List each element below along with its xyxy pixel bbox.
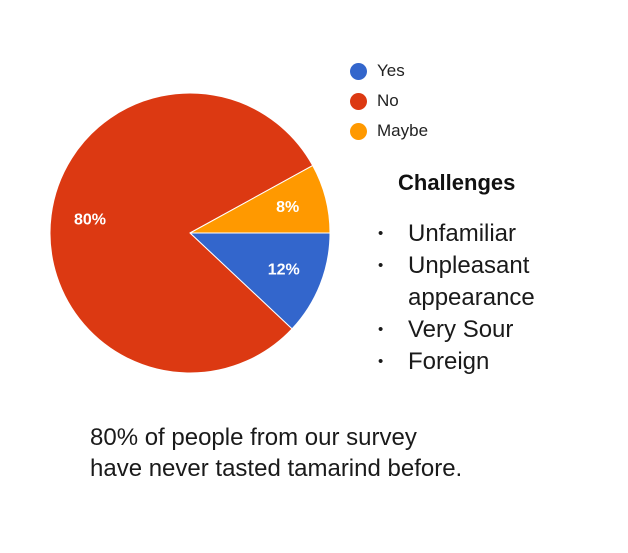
challenge-item-foreign: • Foreign (378, 346, 613, 378)
legend-item-yes[interactable]: Yes (350, 56, 428, 86)
bullet-icon: • (378, 225, 384, 242)
legend-label-no: No (377, 91, 399, 110)
legend-swatch-yes (350, 62, 367, 80)
pie-chart: 12% 80% 8% (49, 92, 331, 374)
slice-label-maybe: 8% (276, 199, 299, 216)
challenges-title: Challenges (398, 170, 516, 195)
chart-legend: Yes No Maybe (350, 56, 428, 146)
challenges-list: • Unfamiliar • Unpleasant appearance • V… (378, 218, 613, 378)
legend-label-yes: Yes (377, 61, 405, 80)
slice-label-yes: 12% (268, 261, 300, 278)
challenge-text: Foreign (408, 348, 490, 375)
challenge-text: Unpleasant appearance (408, 252, 535, 311)
legend-swatch-maybe (350, 122, 367, 140)
bullet-icon: • (378, 257, 384, 274)
legend-item-no[interactable]: No (350, 86, 428, 116)
challenge-item-very-sour: • Very Sour (378, 314, 613, 346)
challenge-text: Very Sour (408, 316, 514, 343)
legend-item-maybe[interactable]: Maybe (350, 116, 428, 146)
legend-label-maybe: Maybe (377, 121, 429, 140)
pie-slices (49, 92, 331, 374)
legend-swatch-no (350, 92, 367, 110)
caption-line-1: 80% of people from our survey (90, 424, 417, 451)
challenge-item-unfamiliar: • Unfamiliar (378, 218, 613, 250)
caption-line-2: have never tasted tamarind before. (90, 455, 463, 482)
bullet-icon: • (378, 321, 384, 338)
challenge-item-unpleasant-appearance: • Unpleasant appearance (378, 250, 613, 314)
slice-label-no: 80% (74, 212, 106, 229)
survey-caption: 80% of people from our survey have never… (90, 422, 560, 484)
bullet-icon: • (378, 353, 384, 370)
challenge-text: Unfamiliar (408, 220, 517, 247)
